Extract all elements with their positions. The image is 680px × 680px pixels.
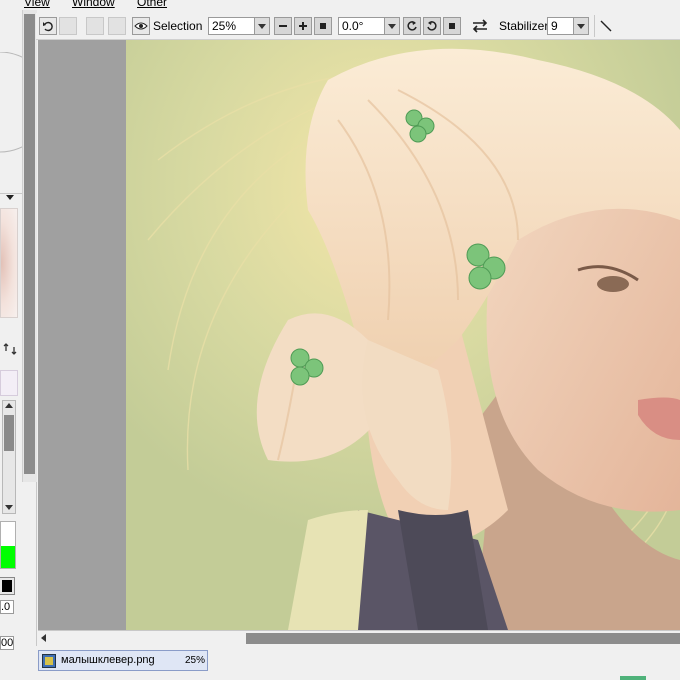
brush-preview bbox=[0, 208, 18, 318]
stabilizer-combo[interactable]: 9 bbox=[547, 17, 589, 35]
chevron-down-icon[interactable] bbox=[254, 18, 269, 34]
zoom-value: 25% bbox=[212, 19, 237, 33]
scroll-up-icon[interactable] bbox=[5, 403, 13, 408]
brush-size-scrollbar[interactable] bbox=[2, 400, 16, 514]
plus-icon bbox=[299, 22, 307, 30]
left-panel-scrollbar[interactable] bbox=[22, 10, 37, 482]
line-tool-button[interactable] bbox=[598, 18, 614, 34]
background-color-swatch[interactable] bbox=[0, 577, 15, 595]
foreground-color-swatch[interactable] bbox=[1, 546, 15, 568]
eye-icon bbox=[134, 22, 148, 30]
color-swatch-box[interactable] bbox=[0, 521, 16, 569]
navigator-preview bbox=[0, 52, 22, 153]
rotation-value: 0.0° bbox=[342, 19, 364, 33]
horizontal-scroll-thumb[interactable] bbox=[246, 633, 680, 644]
color-slot[interactable] bbox=[0, 370, 18, 396]
stop-square-icon bbox=[320, 23, 326, 29]
toolbar-divider bbox=[594, 15, 595, 37]
toggle-selection-visibility-button[interactable] bbox=[132, 17, 150, 35]
redo-button[interactable] bbox=[59, 17, 77, 35]
scroll-thumb[interactable] bbox=[4, 415, 14, 451]
diagonal-line-icon bbox=[600, 20, 612, 32]
canvas-horizontal-scrollbar[interactable] bbox=[38, 630, 680, 647]
stabilizer-value: 9 bbox=[551, 19, 558, 33]
value-field-1[interactable]: .0 bbox=[0, 600, 14, 614]
minus-icon bbox=[279, 25, 287, 27]
zoom-reset-button[interactable] bbox=[314, 17, 332, 35]
stop-square-icon bbox=[449, 23, 455, 29]
chevron-down-icon[interactable] bbox=[573, 18, 588, 34]
menu-other[interactable]: Other bbox=[137, 0, 167, 9]
chevron-down-icon[interactable] bbox=[384, 18, 399, 34]
menu-view[interactable]: View bbox=[24, 0, 50, 9]
rotate-right-button[interactable] bbox=[423, 17, 441, 35]
stabilizer-label: Stabilizer bbox=[499, 19, 549, 33]
menu-bar: View Window Other bbox=[0, 0, 680, 10]
undo-icon bbox=[43, 21, 53, 32]
undo-button[interactable] bbox=[39, 17, 57, 35]
document-tab[interactable]: малышклевер.png 25% bbox=[38, 650, 208, 671]
disabled-tool-button-2[interactable] bbox=[108, 17, 126, 35]
rotate-right-icon bbox=[427, 21, 437, 31]
status-bar: малышклевер.png 25% bbox=[36, 646, 680, 680]
swap-colors-icon[interactable] bbox=[3, 342, 17, 356]
rotation-combo[interactable]: 0.0° bbox=[338, 17, 400, 35]
disabled-tool-button-1[interactable] bbox=[86, 17, 104, 35]
zoom-out-button[interactable] bbox=[274, 17, 292, 35]
rotate-left-button[interactable] bbox=[403, 17, 421, 35]
rotation-reset-button[interactable] bbox=[443, 17, 461, 35]
selection-label: Selection bbox=[153, 19, 203, 33]
flip-horizontal-button[interactable] bbox=[472, 18, 488, 34]
canvas-viewport[interactable] bbox=[38, 40, 680, 630]
value-field-2[interactable]: 00 bbox=[0, 636, 14, 650]
flip-arrows-icon bbox=[472, 19, 488, 33]
artwork-canvas[interactable] bbox=[38, 40, 680, 630]
image-file-icon bbox=[42, 654, 56, 668]
toolbar: Selection 25% 0.0° Stabilizer 9 bbox=[36, 13, 680, 40]
zoom-combo[interactable]: 25% bbox=[208, 17, 270, 35]
rotate-left-icon bbox=[407, 21, 417, 31]
left-scroll-thumb[interactable] bbox=[24, 14, 35, 474]
document-filename: малышклевер.png bbox=[61, 654, 155, 666]
document-zoom: 25% bbox=[185, 655, 206, 666]
zoom-in-button[interactable] bbox=[294, 17, 312, 35]
progress-indicator bbox=[620, 676, 646, 680]
menu-window[interactable]: Window bbox=[72, 0, 115, 9]
panel-dropdown-arrow[interactable] bbox=[6, 195, 14, 200]
scroll-left-icon[interactable] bbox=[41, 634, 46, 642]
scroll-down-icon[interactable] bbox=[5, 505, 13, 510]
